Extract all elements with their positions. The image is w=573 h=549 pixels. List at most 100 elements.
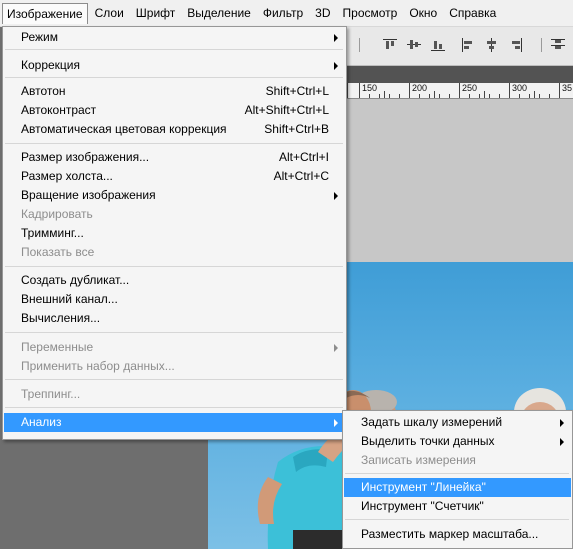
submenu-arrow-icon — [334, 62, 338, 70]
menu-item-auto-contrast[interactable]: Автоконтраст Alt+Shift+Ctrl+L — [4, 101, 345, 120]
menu-select[interactable]: Выделение — [182, 2, 256, 24]
align-left-edges-icon[interactable] — [461, 38, 475, 52]
menu-item-label: Размер холста... — [21, 169, 113, 183]
ruler-tick — [359, 83, 360, 98]
align-top-edges-icon[interactable] — [383, 38, 397, 52]
ruler-tick — [434, 91, 435, 98]
menu-window[interactable]: Окно — [404, 2, 442, 24]
ruler-tick — [559, 83, 560, 98]
align-bottom-edges-icon[interactable] — [431, 38, 445, 52]
document-tab-strip — [345, 66, 573, 83]
menu-filter[interactable]: Фильтр — [258, 2, 308, 24]
menu-item-label: Разместить маркер масштаба... — [361, 527, 539, 541]
align-horizontal-centers-icon[interactable] — [485, 38, 499, 52]
menu-item-apply-image[interactable]: Внешний канал... — [4, 290, 345, 309]
menu-item-label: Применить набор данных... — [21, 359, 175, 373]
ruler-tick — [469, 94, 470, 98]
menu-item-label: Записать измерения — [361, 453, 476, 467]
menu-view[interactable]: Просмотр — [338, 2, 403, 24]
ruler-tick — [399, 94, 400, 98]
submenu-item-record-measurements[interactable]: Записать измерения — [344, 451, 571, 470]
horizontal-ruler[interactable]: 150 200 250 300 35 — [345, 83, 573, 99]
submenu-item-set-measurement-scale[interactable]: Задать шкалу измерений — [344, 413, 571, 432]
menu-item-label: Режим — [21, 30, 58, 44]
ruler-tick — [347, 83, 348, 98]
menu-separator — [5, 143, 343, 144]
menu-item-label: Тримминг... — [21, 226, 84, 240]
align-vertical-centers-icon[interactable] — [407, 38, 421, 52]
menu-item-label: Коррекция — [21, 58, 81, 72]
menu-item-shortcut: Alt+Shift+Ctrl+L — [244, 103, 329, 117]
menu-type[interactable]: Шрифт — [131, 2, 180, 24]
ruler-tick — [479, 94, 480, 98]
menu-item-label: Выделить точки данных — [361, 434, 495, 448]
ruler-tick — [384, 91, 385, 98]
ruler-label: 250 — [462, 83, 478, 93]
menu-item-analysis[interactable]: Анализ — [4, 413, 345, 432]
menu-item-apply-data-set[interactable]: Применить набор данных... — [4, 357, 345, 376]
menu-item-trim[interactable]: Тримминг... — [4, 224, 345, 243]
menu-item-label: Кадрировать — [21, 207, 93, 221]
menu-item-reveal-all[interactable]: Показать все — [4, 243, 345, 262]
menu-separator — [5, 77, 343, 78]
menu-item-label: Создать дубликат... — [21, 273, 130, 287]
submenu-arrow-icon — [334, 34, 338, 42]
submenu-arrow-icon — [334, 419, 338, 427]
menu-item-image-rotation[interactable]: Вращение изображения — [4, 186, 345, 205]
submenu-item-ruler-tool[interactable]: Инструмент "Линейка" — [344, 478, 571, 497]
menu-separator — [345, 519, 569, 520]
menu-item-adjustments[interactable]: Коррекция — [4, 56, 345, 75]
submenu-item-select-data-points[interactable]: Выделить точки данных — [344, 432, 571, 451]
options-separator-icon — [353, 38, 367, 52]
ruler-tick — [539, 94, 540, 98]
submenu-arrow-icon — [560, 438, 564, 446]
menu-item-label: Размер изображения... — [21, 150, 150, 164]
menu-item-image-size[interactable]: Размер изображения... Alt+Ctrl+I — [4, 148, 345, 167]
menu-item-auto-color[interactable]: Автоматическая цветовая коррекция Shift+… — [4, 120, 345, 139]
menu-item-label: Инструмент "Линейка" — [361, 480, 486, 494]
ruler-tick — [519, 94, 520, 98]
menu-separator — [345, 473, 569, 474]
menu-item-shortcut: Alt+Ctrl+C — [273, 169, 329, 183]
submenu-arrow-icon — [334, 344, 338, 352]
ruler-tick — [449, 94, 450, 98]
ruler-tick — [484, 91, 485, 98]
menu-item-label: Автоконтраст — [21, 103, 97, 117]
ruler-tick — [379, 94, 380, 98]
menu-item-label: Вычисления... — [21, 311, 101, 325]
menu-image[interactable]: Изображение — [2, 2, 88, 24]
ruler-tick — [549, 94, 550, 98]
menu-item-mode[interactable]: Режим — [4, 28, 345, 47]
menu-item-calculations[interactable]: Вычисления... — [4, 309, 345, 328]
menu-layers[interactable]: Слои — [90, 2, 129, 24]
menu-item-label: Автотон — [21, 84, 66, 98]
menu-item-auto-tone[interactable]: Автотон Shift+Ctrl+L — [4, 82, 345, 101]
ruler-tick — [459, 83, 460, 98]
menu-item-variables[interactable]: Переменные — [4, 338, 345, 357]
submenu-arrow-icon — [560, 419, 564, 427]
options-separator-icon — [535, 38, 549, 52]
menu-item-canvas-size[interactable]: Размер холста... Alt+Ctrl+C — [4, 167, 345, 186]
menu-bar: Изображение Слои Шрифт Выделение Фильтр … — [0, 0, 573, 27]
menu-item-trap[interactable]: Треппинг... — [4, 385, 345, 404]
menu-separator — [5, 379, 343, 380]
ruler-tick — [509, 83, 510, 98]
ruler-tick — [389, 94, 390, 98]
menu-item-label: Инструмент "Счетчик" — [361, 499, 484, 513]
ruler-label: 35 — [562, 83, 573, 93]
menu-item-label: Вращение изображения — [21, 188, 156, 202]
ruler-label: 200 — [412, 83, 428, 93]
ruler-label: 150 — [362, 83, 378, 93]
menu-help[interactable]: Справка — [444, 2, 501, 24]
submenu-item-place-scale-marker[interactable]: Разместить маркер масштаба... — [344, 525, 571, 544]
menu-item-crop[interactable]: Кадрировать — [4, 205, 345, 224]
menu-item-label: Переменные — [21, 340, 94, 354]
align-right-edges-icon[interactable] — [509, 38, 523, 52]
menu-item-duplicate[interactable]: Создать дубликат... — [4, 271, 345, 290]
distribute-top-edges-icon[interactable] — [551, 38, 565, 52]
menu-separator — [5, 407, 343, 408]
image-menu-dropdown: Режим Коррекция Автотон Shift+Ctrl+L Авт… — [2, 26, 347, 440]
submenu-item-count-tool[interactable]: Инструмент "Счетчик" — [344, 497, 571, 516]
menu-3d[interactable]: 3D — [310, 2, 335, 24]
menu-separator — [5, 266, 343, 267]
